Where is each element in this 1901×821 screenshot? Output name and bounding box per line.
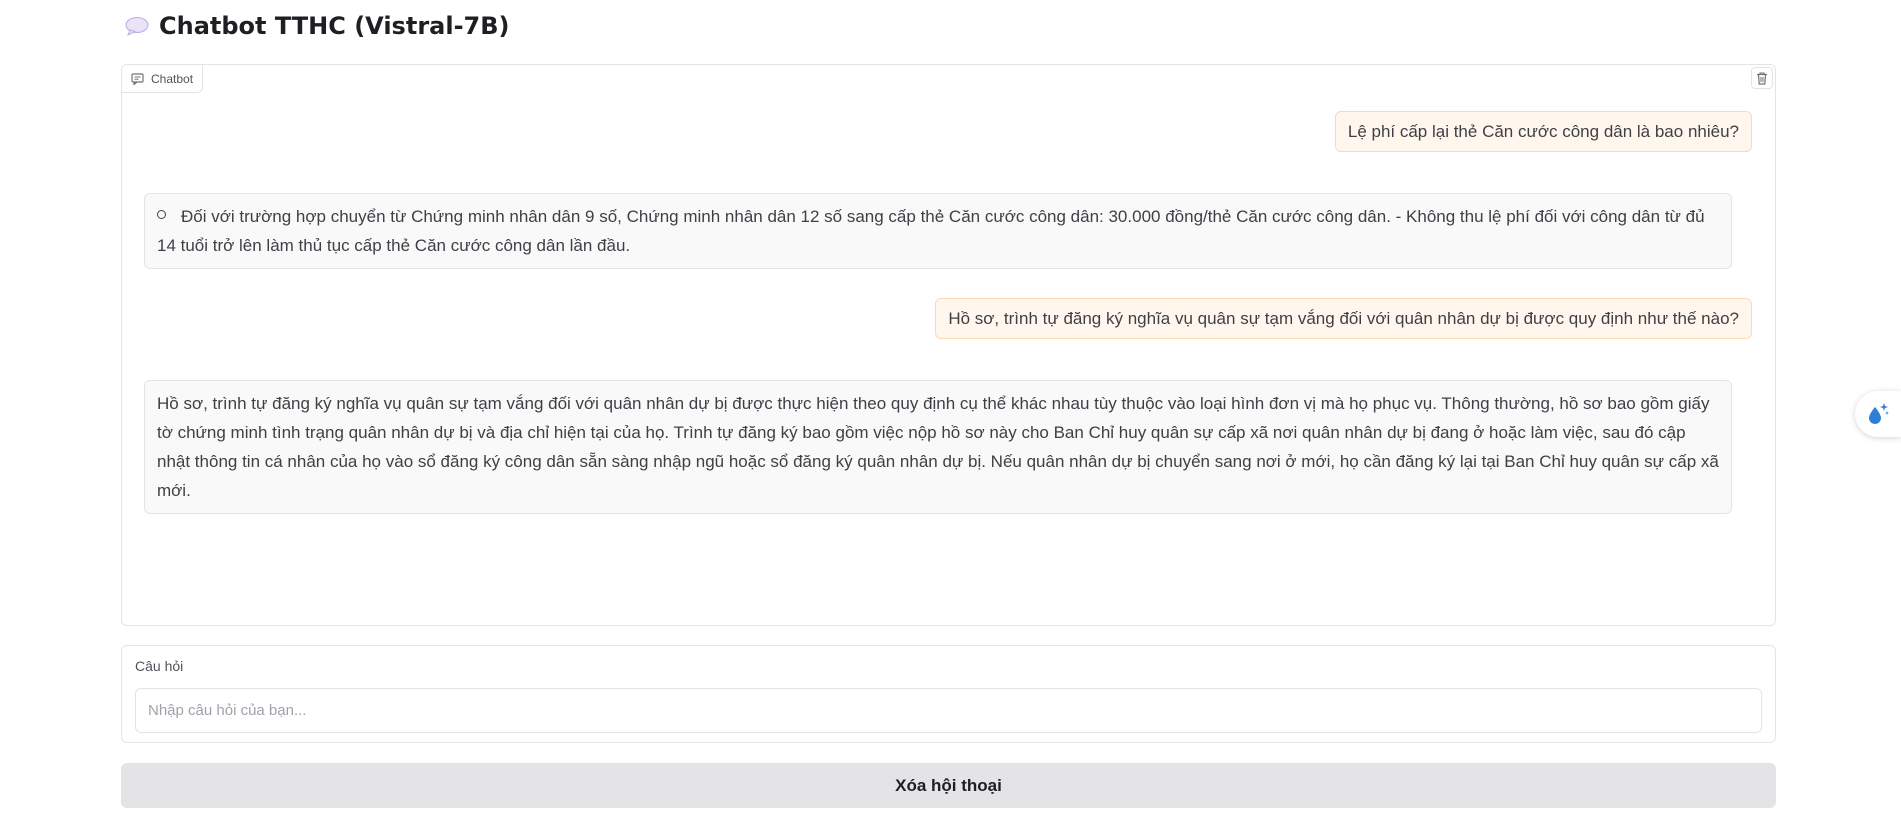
user-message-text: Lệ phí cấp lại thẻ Căn cước công dân là … <box>1347 122 1739 141</box>
water-drop-sparkle-icon <box>1865 401 1891 427</box>
bot-message-text: Hồ sơ, trình tự đăng ký nghĩa vụ quân sự… <box>157 394 1719 500</box>
speech-bubble-icon <box>125 16 149 36</box>
list-bullet <box>157 210 166 219</box>
user-message: Lệ phí cấp lại thẻ Căn cước công dân là … <box>1334 111 1752 152</box>
user-message-text: Hồ sơ, trình tự đăng ký nghĩa vụ quân sự… <box>948 309 1739 328</box>
question-input[interactable] <box>135 688 1762 733</box>
bot-message: Đối với trường hợp chuyển từ Chứng minh … <box>144 193 1732 269</box>
question-label: Câu hỏi <box>135 658 184 674</box>
bot-message: Hồ sơ, trình tự đăng ký nghĩa vụ quân sự… <box>144 380 1732 514</box>
clear-chat-button[interactable] <box>1751 67 1773 89</box>
bot-message-text: Đối với trường hợp chuyển từ Chứng minh … <box>157 207 1705 255</box>
chatbot-panel: Chatbot Lệ phí cấp lại thẻ Căn cước công… <box>121 64 1776 626</box>
trash-icon <box>1756 71 1768 85</box>
floating-assistant-button[interactable] <box>1855 391 1901 437</box>
chatbot-label-text: Chatbot <box>151 71 194 86</box>
page-header: Chatbot TTHC (Vistral-7B) <box>125 12 510 40</box>
question-panel: Câu hỏi <box>121 645 1776 743</box>
user-message: Hồ sơ, trình tự đăng ký nghĩa vụ quân sự… <box>935 298 1752 339</box>
chat-icon <box>131 72 144 85</box>
chatbot-label: Chatbot <box>122 65 204 93</box>
clear-conversation-button[interactable]: Xóa hội thoại <box>121 763 1776 808</box>
page-title: Chatbot TTHC (Vistral-7B) <box>159 12 510 40</box>
